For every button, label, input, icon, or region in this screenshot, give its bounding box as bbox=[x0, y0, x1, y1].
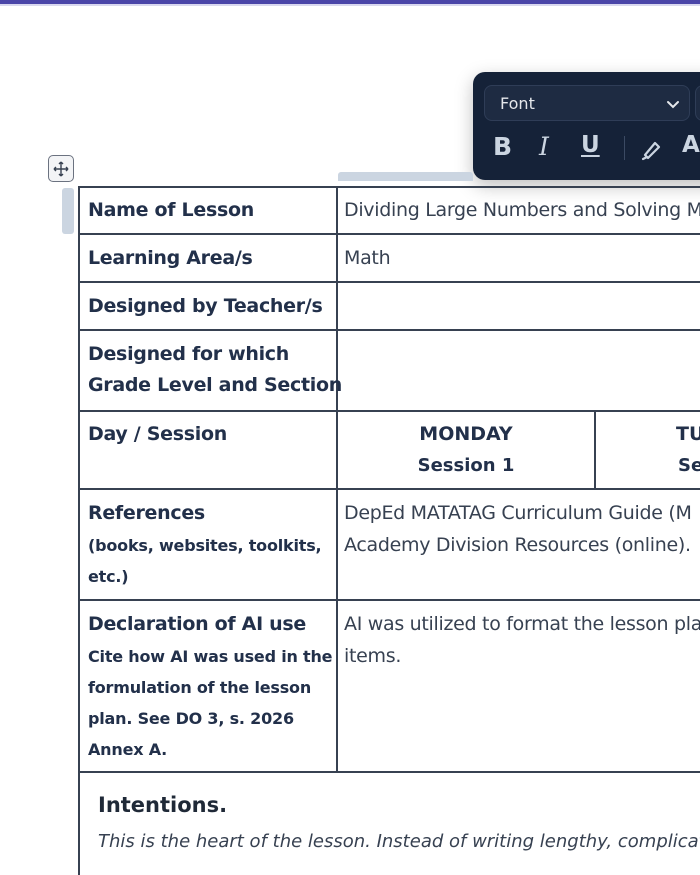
references-value-line2[interactable]: Academy Division Resources (online). bbox=[344, 530, 691, 561]
lesson-name-value[interactable]: Dividing Large Numbers and Solving M bbox=[344, 195, 700, 226]
lesson-name-label: Name of Lesson bbox=[88, 199, 254, 221]
ai-declaration-sub-line1: Cite how AI was used in the bbox=[88, 647, 333, 666]
format-toolbar: Font B I U A bbox=[473, 72, 700, 180]
font-size-select[interactable] bbox=[695, 85, 700, 121]
column-resize-handle[interactable] bbox=[338, 172, 473, 181]
row-divider bbox=[78, 488, 700, 490]
ai-declaration-sub-line3: plan. See DO 3, s. 2026 bbox=[88, 709, 294, 728]
table-divider-day bbox=[594, 410, 596, 488]
learning-area-label: Learning Area/s bbox=[88, 247, 253, 269]
grade-level-label-line2: Grade Level and Section bbox=[88, 374, 342, 396]
intentions-title: Intentions. bbox=[98, 793, 228, 817]
ai-declaration-value-line1[interactable]: AI was utilized to format the lesson pla bbox=[344, 609, 700, 640]
row-divider bbox=[78, 410, 700, 412]
font-select-label: Font bbox=[500, 94, 535, 113]
ai-declaration-label: Declaration of AI use bbox=[88, 613, 306, 635]
day-tuesday: TU bbox=[676, 423, 700, 445]
toolbar-divider bbox=[624, 136, 625, 160]
move-icon bbox=[53, 161, 69, 176]
bold-button[interactable]: B bbox=[493, 132, 512, 162]
references-sub-line1: (books, websites, toolkits, bbox=[88, 536, 322, 555]
ai-declaration-sub-line2: formulation of the lesson bbox=[88, 678, 312, 697]
references-sub-line2: etc.) bbox=[88, 567, 129, 586]
ai-declaration-sub-line4: Annex A. bbox=[88, 740, 168, 759]
designed-by-label: Designed by Teacher/s bbox=[88, 295, 323, 317]
session-monday: Session 1 bbox=[417, 455, 515, 476]
grade-level-label-line1: Designed for which bbox=[88, 343, 289, 365]
top-accent-shadow bbox=[0, 4, 700, 6]
day-session-label: Day / Session bbox=[88, 423, 227, 445]
row-divider bbox=[78, 233, 700, 235]
table-border-top bbox=[78, 186, 700, 188]
highlighter-icon[interactable] bbox=[639, 136, 665, 162]
learning-area-value[interactable]: Math bbox=[344, 243, 391, 274]
references-value-line1[interactable]: DepEd MATATAG Curriculum Guide (M bbox=[344, 498, 692, 529]
font-select[interactable]: Font bbox=[484, 85, 690, 121]
intentions-description: This is the heart of the lesson. Instead… bbox=[98, 831, 700, 852]
intentions-section[interactable]: Intentions. This is the heart of the les… bbox=[80, 773, 700, 875]
day-monday: MONDAY bbox=[419, 423, 513, 445]
row-resize-handle[interactable] bbox=[62, 188, 74, 234]
row-divider bbox=[78, 599, 700, 601]
session-tuesday: Se bbox=[678, 455, 700, 476]
ai-declaration-value-line2[interactable]: items. bbox=[344, 641, 401, 672]
italic-button[interactable]: I bbox=[539, 132, 549, 162]
references-label: References bbox=[88, 502, 205, 524]
chevron-down-icon bbox=[667, 101, 679, 109]
underline-button[interactable]: U bbox=[581, 132, 600, 162]
table-move-handle[interactable] bbox=[48, 155, 74, 182]
grade-level-value[interactable] bbox=[338, 331, 700, 410]
designed-by-value[interactable] bbox=[338, 283, 700, 329]
text-color-button[interactable]: A bbox=[682, 132, 700, 162]
